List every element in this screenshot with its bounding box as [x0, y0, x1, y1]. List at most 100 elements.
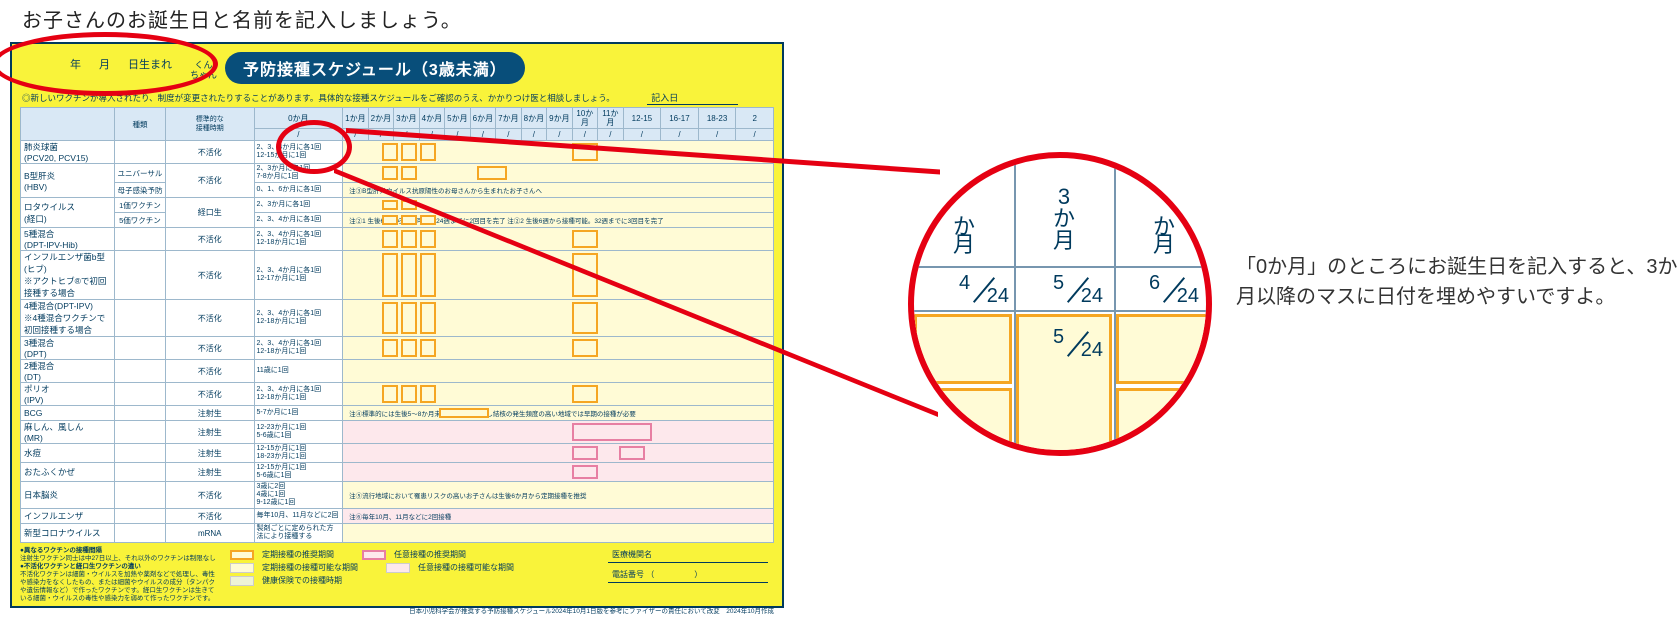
m13: 16-17 — [661, 108, 699, 129]
side-instruction: 「0か月」のところにお誕生日を記入すると、3か月以降のマスに日付を埋めやすいです… — [1236, 252, 1678, 312]
schedule-area — [343, 383, 774, 406]
vaccine-timing: 2、3、4か月に各1回12-18か月に1回 — [254, 300, 343, 337]
vaccine-row: インフルエンザ 不活化毎年10月、11月などに2回注⑥毎年10月、11月などに2回… — [21, 509, 774, 524]
zoom-h-center: 3か月 — [1014, 186, 1114, 252]
zoom-h-left: か月 — [914, 218, 1014, 254]
m3: 3か月 — [394, 108, 420, 129]
vaccine-type: 注射生 — [165, 463, 254, 482]
vaccine-name: おたふくかぜ — [21, 463, 115, 482]
date-slot-8[interactable]: / — [521, 129, 547, 141]
vaccine-timing: 12-15か月に1回18-23か月に1回 — [254, 444, 343, 463]
date-slot-13[interactable]: / — [661, 129, 699, 141]
date-slot-10[interactable]: / — [572, 129, 598, 141]
vaccine-name: 4種混合(DPT-IPV)※4種混合ワクチンで初回接種する場合 — [21, 300, 115, 337]
entry-date-label[interactable]: 記入日 — [647, 91, 738, 105]
m15: 2 — [736, 108, 774, 129]
m9: 9か月 — [547, 108, 573, 129]
vaccine-name: インフルエンザ — [21, 509, 115, 524]
m12: 12-15 — [623, 108, 661, 129]
vaccine-type: 不活化 — [165, 482, 254, 509]
vaccine-type: 不活化 — [165, 164, 254, 198]
vaccine-timing: 2、3、4か月に各1回 — [254, 213, 343, 228]
zoom-bubble: か月 3か月 か月 424 524 624 524 — [908, 152, 1212, 456]
vaccine-type: 不活化 — [165, 251, 254, 300]
vaccine-name: 麻しん、風しん(MR) — [21, 421, 115, 444]
m2: 2か月 — [368, 108, 394, 129]
m5: 5か月 — [445, 108, 471, 129]
date-slot-15[interactable]: / — [736, 129, 774, 141]
date-slot-9[interactable]: / — [547, 129, 573, 141]
date-slot-14[interactable]: / — [698, 129, 736, 141]
vaccine-row: BCG 注射生5-7か月に1回注④標準的には生後5～8か月未満に接種。ただし結核の… — [21, 406, 774, 421]
vaccine-timing: 5-7か月に1回 — [254, 406, 343, 421]
zoom-h-right: か月 — [1114, 218, 1212, 254]
vaccine-timing: 11歳に1回 — [254, 360, 343, 383]
schedule-area: 注④標準的には生後5～8か月未満に接種。ただし結核の発生頻度の高い地域では早期の… — [343, 406, 774, 421]
vaccine-sub: 母子感染予防 — [114, 183, 165, 198]
vaccine-type: mRNA — [165, 524, 254, 543]
schedule-area — [343, 463, 774, 482]
vaccine-name: インフルエンザ菌b型(ヒブ)※アクトヒブ®で初回接種する場合 — [21, 251, 115, 300]
vaccine-row: 麻しん、風しん(MR) 注射生12-23か月に1回5-6歳に1回 — [21, 421, 774, 444]
zoom-date-3: 624 — [1124, 274, 1212, 312]
vaccine-type: 不活化 — [165, 509, 254, 524]
vaccine-row: 水痘注射生12-15か月に1回18-23か月に1回 — [21, 444, 774, 463]
vaccine-sub: 1価ワクチン — [114, 198, 165, 213]
m6: 6か月 — [470, 108, 496, 129]
vaccine-timing: 0、1、6か月に各1回 — [254, 183, 343, 198]
legend: 定期接種の推奨期間 任意接種の推奨期間 定期接種の接種可能な期間 任意接種の接種… — [230, 547, 514, 603]
schedule-area — [343, 524, 774, 543]
schedule-area: 注⑤流行地域において罹患リスクの高いお子さんは生後6か月から定期接種を推奨 — [343, 482, 774, 509]
m7: 7か月 — [496, 108, 522, 129]
vaccine-name: B型肝炎(HBV) — [21, 164, 115, 198]
vaccine-type: 不活化 — [165, 360, 254, 383]
schedule-area: 注⑥毎年10月、11月などに2回接種 — [343, 509, 774, 524]
vaccine-name: ロタウイルス(経口) — [21, 198, 115, 228]
vaccine-name: 3種混合(DPT) — [21, 337, 115, 360]
vaccine-timing: 2、3、4か月に各1回12-18か月に1回 — [254, 383, 343, 406]
vaccine-row: おたふくかぜ 注射生12-15か月に1回5-6歳に1回 — [21, 463, 774, 482]
vaccine-name: 新型コロナウイルス — [21, 524, 115, 543]
vaccine-name: BCG — [21, 406, 115, 421]
card-title: 予防接種スケジュール（3歳未満） — [225, 52, 525, 84]
schedule-area — [343, 421, 774, 444]
m11: 11か月 — [598, 108, 624, 129]
zoom-date-2: 524 — [1028, 274, 1128, 312]
vaccine-name: 2種混合(DT) — [21, 360, 115, 383]
zoom-center-date: 524 — [1028, 328, 1128, 366]
vaccine-type: 不活化 — [165, 228, 254, 251]
vaccine-timing: 12-15か月に1回5-6歳に1回 — [254, 463, 343, 482]
vaccine-type: 注射生 — [165, 444, 254, 463]
vaccine-timing: 12-23か月に1回5-6歳に1回 — [254, 421, 343, 444]
vaccine-timing: 3歳に2回4歳に1回9-12歳に1回 — [254, 482, 343, 509]
vaccine-timing: 製剤ごとに定められた方法により接種する — [254, 524, 343, 543]
vaccine-row: 新型コロナウイルス mRNA製剤ごとに定められた方法により接種する — [21, 524, 774, 543]
credit: 日本小児科学会が推奨する予防接種スケジュール2024年10月1日版を参考にファイ… — [20, 605, 774, 615]
vaccine-type: 注射生 — [165, 406, 254, 421]
vaccine-name: ポリオ(IPV) — [21, 383, 115, 406]
footer-notes: ●異なるワクチンの接種間隔 注射生ワクチン同士は中27日以上、それ以外のワクチン… — [20, 547, 220, 603]
col-timing: 標準的な接種時期 — [165, 108, 254, 141]
m10: 10か月 — [572, 108, 598, 129]
vaccine-row: 日本脳炎 不活化3歳に2回4歳に1回9-12歳に1回注⑤流行地域において罹患リスク… — [21, 482, 774, 509]
col-type: 種類 — [114, 108, 165, 141]
vaccine-sub: 5価ワクチン — [114, 213, 165, 228]
m14: 18-23 — [698, 108, 736, 129]
vaccine-row: ポリオ(IPV)不活化2、3、4か月に各1回12-18か月に1回 — [21, 383, 774, 406]
vaccine-type: 注射生 — [165, 421, 254, 444]
date-slot-11[interactable]: / — [598, 129, 624, 141]
instruction-top: お子さんのお誕生日と名前を記入しましょう。 — [22, 4, 462, 33]
vaccine-timing: 2、3、4か月に各1回12-17か月に1回 — [254, 251, 343, 300]
annotation-circle-birth — [0, 32, 218, 96]
date-slot-12[interactable]: / — [623, 129, 661, 141]
vaccine-timing: 2、3、4か月に各1回12-18か月に1回 — [254, 337, 343, 360]
footer: ●異なるワクチンの接種間隔 注射生ワクチン同士は中27日以上、それ以外のワクチン… — [20, 547, 774, 603]
vaccine-timing: 毎年10月、11月などに2回 — [254, 509, 343, 524]
vaccine-name: 日本脳炎 — [21, 482, 115, 509]
vaccine-type: 不活化 — [165, 337, 254, 360]
vaccine-timing: 2、3か月に各1回 — [254, 198, 343, 213]
vaccine-timing: 2、3、4か月に各1回12-18か月に1回 — [254, 228, 343, 251]
vaccine-type: 経口生 — [165, 198, 254, 228]
vaccine-sub: ユニバーサル — [114, 164, 165, 183]
annotation-circle-month3 — [276, 120, 352, 174]
